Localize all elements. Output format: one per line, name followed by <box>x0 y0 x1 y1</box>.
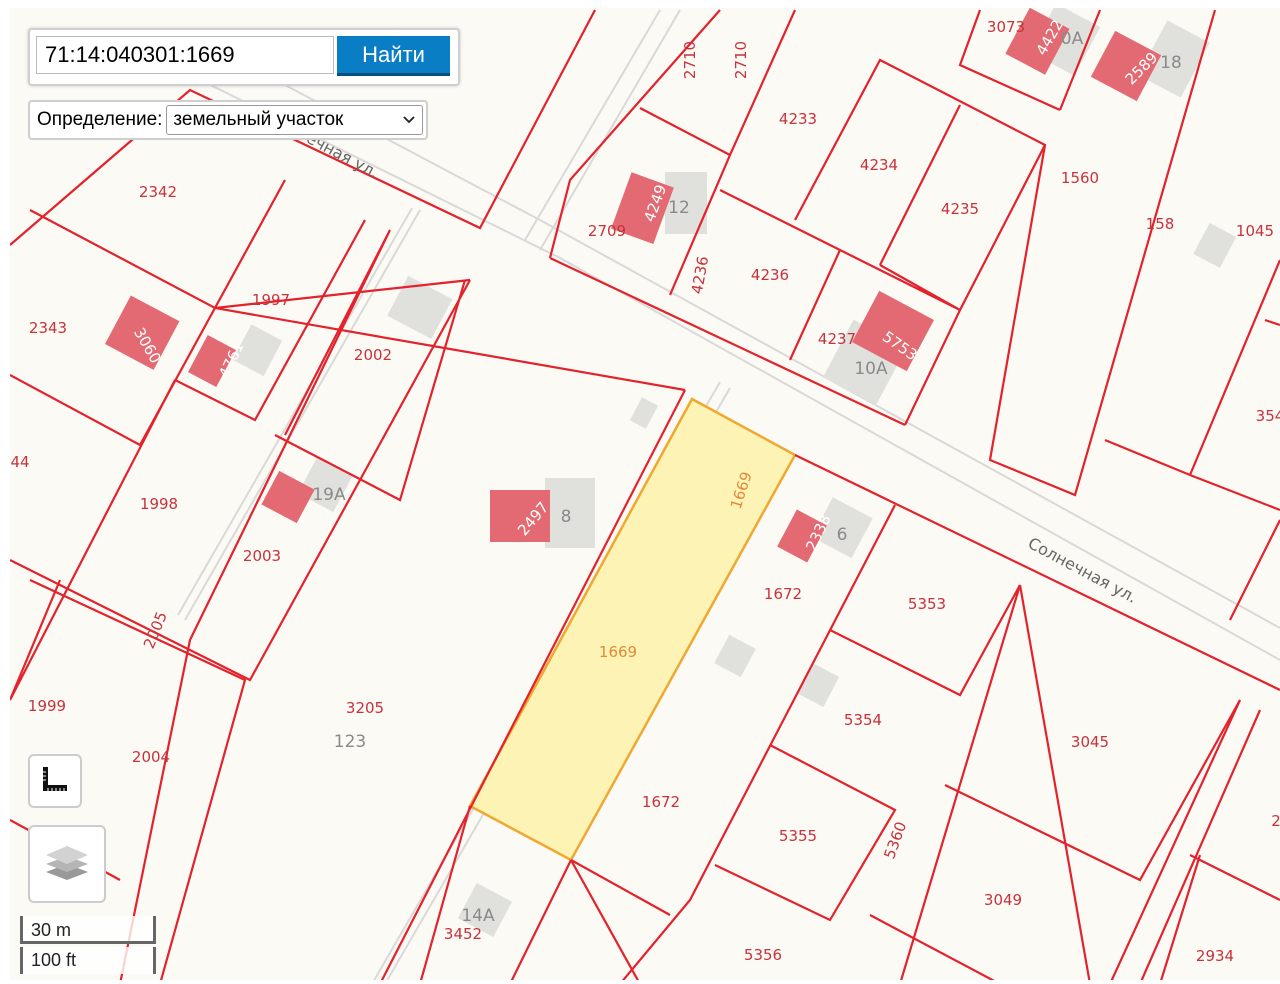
ruler-icon <box>42 766 68 797</box>
parcel-label: 1560 <box>1061 169 1099 187</box>
parcel-label: 3452 <box>444 925 482 943</box>
parcel-label: 3049 <box>984 891 1022 909</box>
parcel-label: 158 <box>1146 215 1175 233</box>
parcel-label: 4236 <box>688 255 712 296</box>
parcel-label: 5356 <box>744 946 782 964</box>
layers-icon <box>44 842 90 887</box>
scale-bar: 30 m 100 ft <box>18 916 160 974</box>
parcel-label: 44 <box>10 453 29 471</box>
parcel-label: 2710 <box>732 41 750 79</box>
parcel-label: 3045 <box>1071 733 1109 751</box>
definition-select[interactable]: земельный участок <box>166 105 423 135</box>
parcel-label: 2003 <box>243 547 281 565</box>
parcel-label: 4236 <box>751 266 789 284</box>
parcel-label: 1999 <box>28 697 66 715</box>
definition-selected-value: земельный участок <box>173 109 344 130</box>
parcel-label: 354 <box>1256 407 1280 425</box>
building-number: 8 <box>561 507 572 527</box>
parcel-label: 1045 <box>1236 222 1274 240</box>
cadastral-map[interactable]: 2710 2710 3073 4422 0А 2589 18 4233 4234… <box>10 8 1280 980</box>
street-label: Солнечная ул. <box>1025 533 1140 606</box>
parcel-label: 3205 <box>346 699 384 717</box>
measure-button[interactable] <box>28 754 82 808</box>
building-number: 123 <box>334 732 366 752</box>
definition-panel: Определение: земельный участок <box>28 100 428 140</box>
parcel-label: 1998 <box>140 495 178 513</box>
parcel-label: 2343 <box>29 319 67 337</box>
parcel-label: 4234 <box>860 156 898 174</box>
parcel-label: 4233 <box>779 110 817 128</box>
building-number: 12 <box>668 198 690 218</box>
search-panel: Найти <box>28 28 460 86</box>
parcel-label: 5354 <box>844 711 882 729</box>
building-number: 6 <box>837 525 848 545</box>
parcel-label: 1997 <box>252 291 290 309</box>
parcel-label: 1672 <box>764 585 802 603</box>
parcel-label: 2002 <box>354 346 392 364</box>
chevron-down-icon <box>402 109 416 131</box>
parcel-label: 2709 <box>588 222 626 240</box>
find-button[interactable]: Найти <box>337 36 450 76</box>
building-number: 14А <box>461 906 495 926</box>
parcel-label: 5355 <box>779 827 817 845</box>
parcel-label: 2934 <box>1196 947 1234 965</box>
parcel-label: 4235 <box>941 200 979 218</box>
parcel-label: 2005 <box>140 609 171 651</box>
building-number: 10А <box>854 359 888 379</box>
definition-label: Определение: <box>37 109 163 130</box>
building-number: 0А <box>1061 29 1084 49</box>
parcel-label: 5353 <box>908 595 946 613</box>
parcel-label: 2 <box>1271 812 1280 830</box>
parcel-label: 4237 <box>818 330 856 348</box>
parcel-label: 2004 <box>132 748 170 766</box>
parcel-label: 2710 <box>681 41 699 79</box>
parcel-label: 3073 <box>987 18 1025 36</box>
layers-button[interactable] <box>28 825 106 903</box>
parcel-label: 1672 <box>642 793 680 811</box>
building-number: 18 <box>1160 53 1182 73</box>
scale-metric: 30 m <box>20 916 156 944</box>
building-number: 19А <box>312 485 346 505</box>
cadastral-number-input[interactable] <box>36 36 334 74</box>
parcel-label: 2342 <box>139 183 177 201</box>
scale-imperial: 100 ft <box>20 947 156 974</box>
selected-parcel-label: 1669 <box>599 643 637 661</box>
map-canvas: 2710 2710 3073 4422 0А 2589 18 4233 4234… <box>10 8 1280 980</box>
